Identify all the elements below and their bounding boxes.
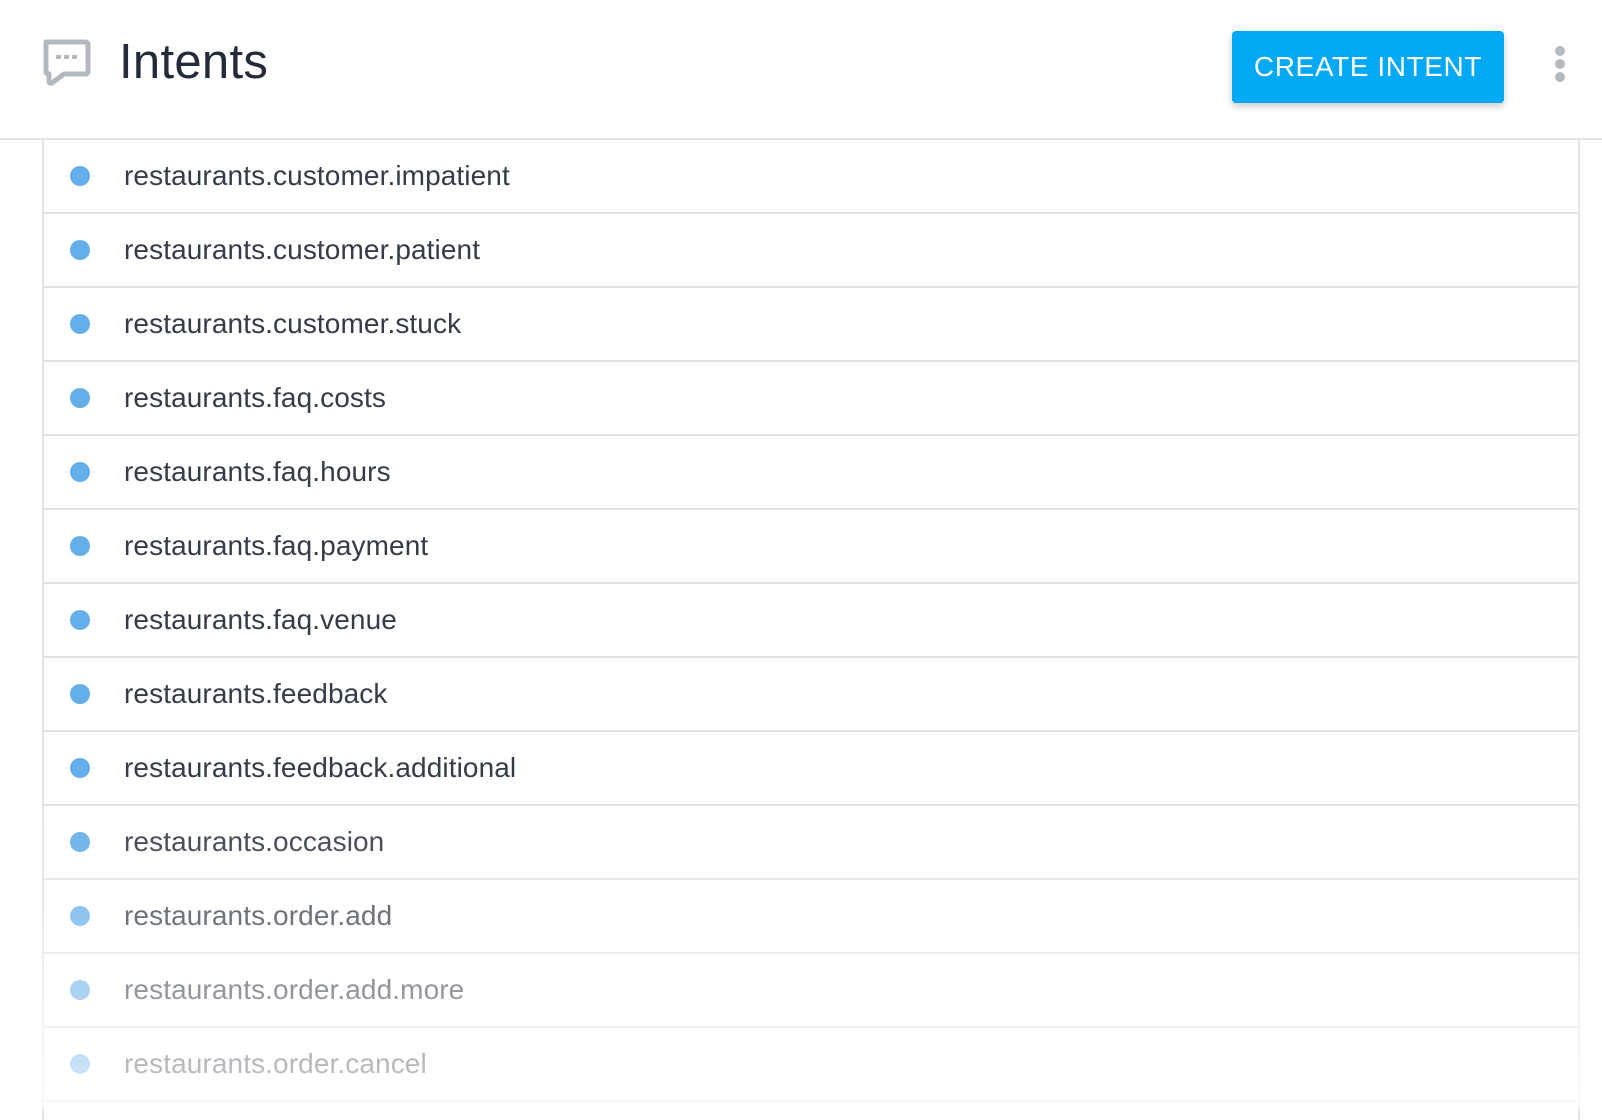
intent-name[interactable]: restaurants.order.add.more	[124, 974, 464, 1006]
intent-list-item[interactable]: restaurants.customer.patient	[44, 214, 1578, 288]
intent-name[interactable]: restaurants.order.cancel	[124, 1048, 427, 1080]
intent-list-item[interactable]: restaurants.order.add	[44, 880, 1578, 954]
chat-bubble-icon	[42, 38, 92, 88]
more-dot	[1555, 59, 1565, 69]
bullet-dot-icon	[70, 1054, 90, 1074]
intent-list-item[interactable]: restaurants.customer.impatient	[44, 140, 1578, 214]
intent-name[interactable]: restaurants.feedback.additional	[124, 752, 516, 784]
intent-name[interactable]: restaurants.faq.costs	[124, 382, 386, 414]
bullet-dot-icon	[70, 240, 90, 260]
intent-list-item[interactable]: restaurants.faq.payment	[44, 510, 1578, 584]
intent-name[interactable]: restaurants.order.add	[124, 900, 392, 932]
intent-name[interactable]: restaurants.feedback	[124, 678, 388, 710]
intent-list-item[interactable]: restaurants.order.add.more	[44, 954, 1578, 1028]
create-intent-button[interactable]: CREATE INTENT	[1232, 31, 1504, 103]
bullet-dot-icon	[70, 314, 90, 334]
more-dot	[1555, 72, 1565, 82]
intent-list-item[interactable]: restaurants.occasion	[44, 806, 1578, 880]
intent-list-item[interactable]: restaurants.feedback.additional	[44, 732, 1578, 806]
bullet-dot-icon	[70, 980, 90, 1000]
bullet-dot-icon	[70, 684, 90, 704]
intent-name[interactable]: restaurants.faq.hours	[124, 456, 391, 488]
bullet-dot-icon	[70, 166, 90, 186]
intent-list-item[interactable]: restaurants.faq.venue	[44, 584, 1578, 658]
bullet-dot-icon	[70, 536, 90, 556]
intent-name[interactable]: restaurants.customer.stuck	[124, 308, 461, 340]
intent-list-item[interactable]: restaurants.customer.stuck	[44, 288, 1578, 362]
intent-list-item[interactable]: restaurants.faq.costs	[44, 362, 1578, 436]
intent-name[interactable]: restaurants.faq.venue	[124, 604, 397, 636]
bullet-dot-icon	[70, 832, 90, 852]
intent-list-item[interactable]: restaurants.feedback	[44, 658, 1578, 732]
intent-name[interactable]: restaurants.customer.patient	[124, 234, 480, 266]
more-dot	[1555, 46, 1565, 56]
intent-list-item[interactable]: restaurants.order.cancel	[44, 1028, 1578, 1102]
intent-list: restaurants.customer.impatient restaurant…	[42, 140, 1580, 1120]
intent-name[interactable]: restaurants.customer.impatient	[124, 160, 510, 192]
intent-list-item[interactable]: restaurants.faq.hours	[44, 436, 1578, 510]
intent-name[interactable]: restaurants.faq.payment	[124, 530, 428, 562]
bullet-dot-icon	[70, 462, 90, 482]
page-title: Intents	[119, 35, 269, 89]
bullet-dot-icon	[70, 610, 90, 630]
page-header: Intents CREATE INTENT	[0, 0, 1602, 140]
bullet-dot-icon	[70, 758, 90, 778]
bullet-dot-icon	[70, 906, 90, 926]
more-vert-icon[interactable]	[1547, 44, 1573, 84]
intent-name[interactable]: restaurants.occasion	[124, 826, 384, 858]
bullet-dot-icon	[70, 388, 90, 408]
